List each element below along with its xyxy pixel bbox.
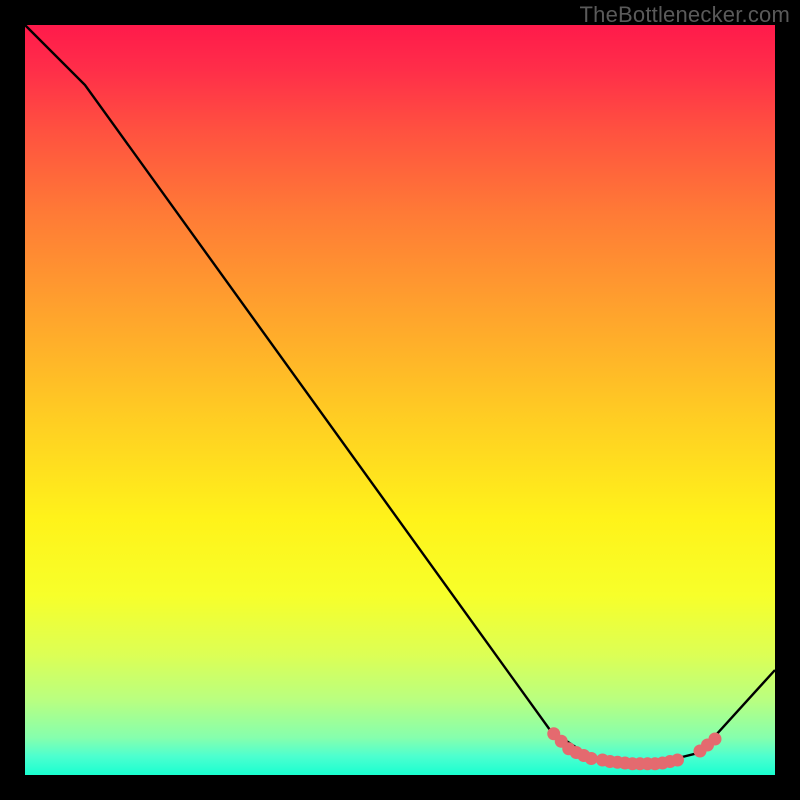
- gradient-bg: [25, 25, 775, 775]
- plot-frame: [25, 25, 775, 775]
- data-marker: [671, 754, 684, 767]
- watermark-text: TheBottlenecker.com: [580, 2, 790, 28]
- data-marker: [585, 752, 598, 765]
- bottleneck-chart: [25, 25, 775, 775]
- data-marker: [709, 733, 722, 746]
